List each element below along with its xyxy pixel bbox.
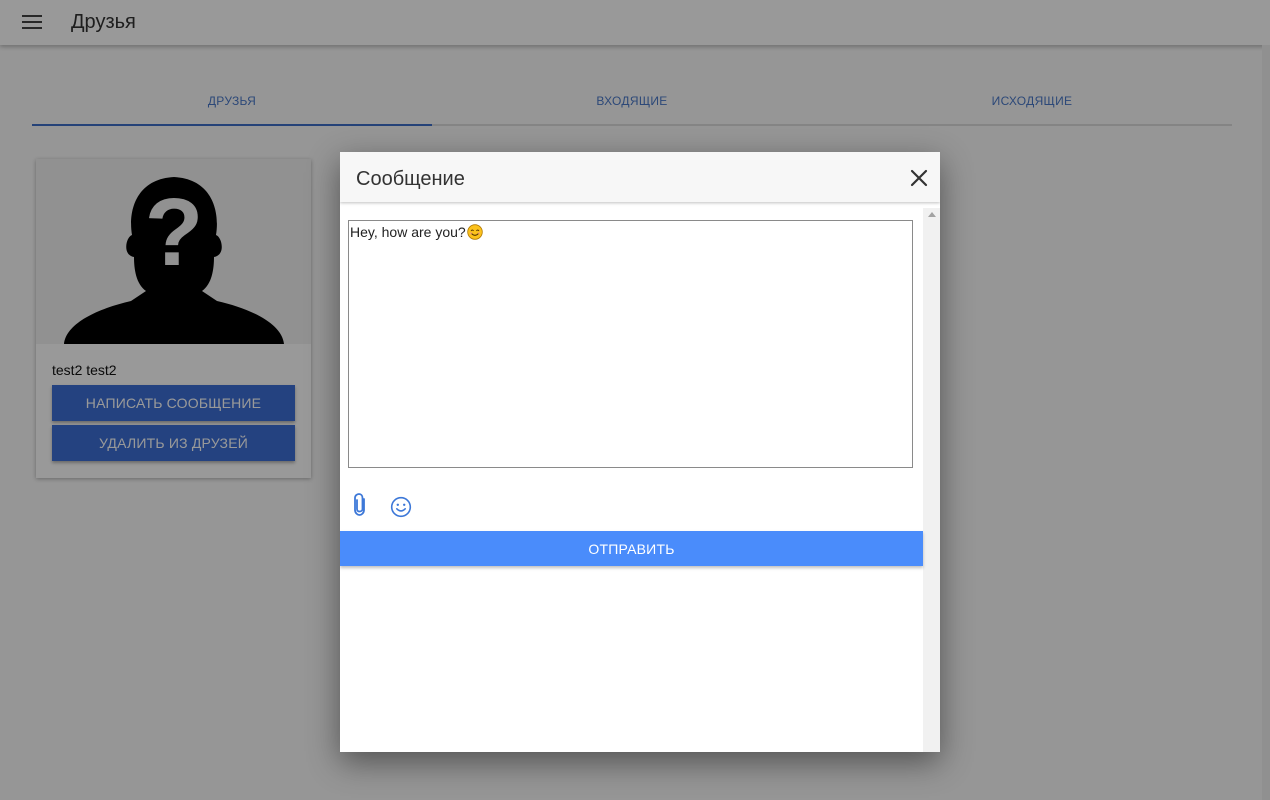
dialog-title: Сообщение <box>356 168 465 190</box>
message-textarea[interactable]: Hey, how are you? <box>348 220 913 468</box>
message-text: Hey, how are you? <box>350 224 466 240</box>
send-button[interactable]: ОТПРАВИТЬ <box>340 531 923 566</box>
page: Друзья ДРУЗЬЯ ВХОДЯЩИЕ ИСХОДЯЩИЕ ? test2… <box>0 0 1270 800</box>
scroll-up-arrow-icon[interactable] <box>928 212 936 217</box>
dialog-scrollbar[interactable] <box>923 208 940 752</box>
smiling-face-emoji-icon <box>467 224 483 240</box>
dialog-header: Сообщение <box>340 152 940 202</box>
smiley-icon[interactable] <box>390 496 412 518</box>
close-icon[interactable] <box>908 167 930 189</box>
paperclip-icon[interactable] <box>350 492 372 518</box>
message-dialog: Сообщение Hey, how are you? ОТПРАВИТЬ <box>340 152 940 752</box>
